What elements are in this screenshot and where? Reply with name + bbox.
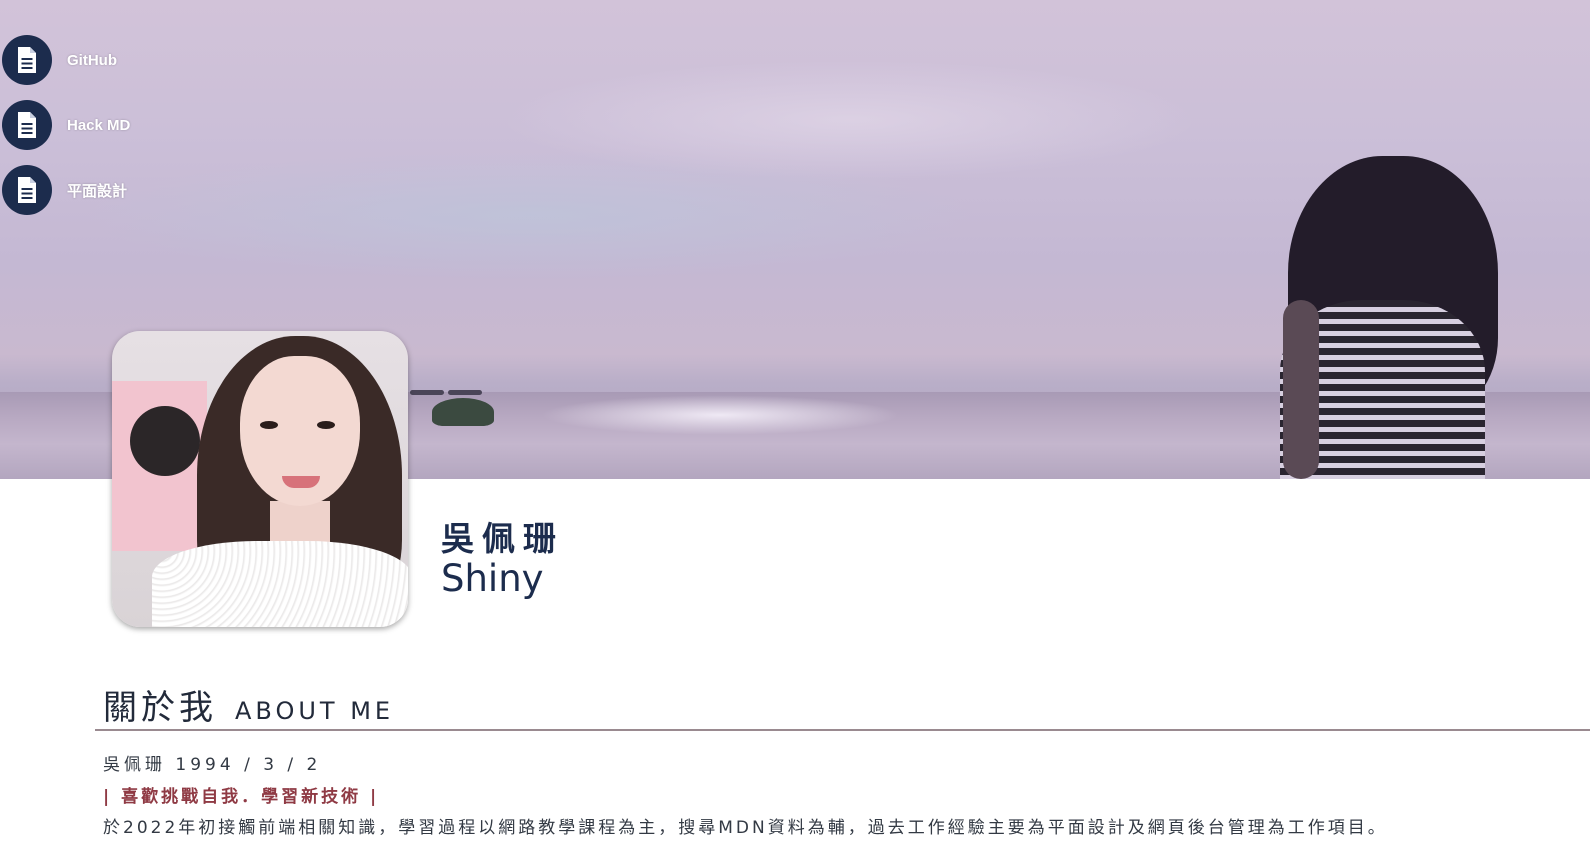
nav-item-github[interactable]: GitHub bbox=[2, 35, 130, 85]
document-icon[interactable] bbox=[2, 100, 52, 150]
nav-item-hackmd[interactable]: Hack MD bbox=[2, 100, 130, 150]
avatar-eye bbox=[317, 421, 335, 429]
about-heading: 關於我 ABOUT ME bbox=[103, 680, 394, 729]
rock bbox=[432, 398, 494, 426]
cloud bbox=[500, 60, 1200, 180]
bear-mascot bbox=[130, 406, 200, 476]
section-divider bbox=[95, 729, 1590, 731]
nav-label[interactable]: GitHub bbox=[67, 52, 117, 69]
profile-name-chinese: 吳佩珊 bbox=[441, 519, 564, 558]
avatar bbox=[112, 331, 408, 627]
birth-info: 吳佩珊 1994 / 3 / 2 bbox=[103, 755, 322, 775]
about-heading-english: ABOUT ME bbox=[235, 697, 395, 725]
kayak bbox=[448, 390, 482, 395]
nav-label[interactable]: 平面設計 bbox=[67, 180, 127, 201]
motto: | 喜歡挑戰自我．學習新技術 | bbox=[103, 787, 380, 807]
kayak bbox=[410, 390, 444, 395]
avatar-lace-top bbox=[152, 541, 408, 627]
sea-reflection bbox=[540, 395, 900, 435]
woman-figure-arm bbox=[1283, 300, 1319, 479]
profile-name-english: Shiny bbox=[441, 557, 544, 600]
side-nav: GitHub Hack MD 平面設計 bbox=[2, 35, 130, 230]
about-description: 於2022年初接觸前端相關知識，學習過程以網路教學課程為主，搜尋MDN資料為輔，… bbox=[103, 818, 1388, 838]
nav-label[interactable]: Hack MD bbox=[67, 117, 130, 134]
about-heading-chinese: 關於我 bbox=[103, 688, 217, 728]
document-icon[interactable] bbox=[2, 165, 52, 215]
document-icon[interactable] bbox=[2, 35, 52, 85]
avatar-mouth bbox=[282, 476, 320, 488]
avatar-eye bbox=[260, 421, 278, 429]
nav-item-graphic-design[interactable]: 平面設計 bbox=[2, 165, 130, 215]
